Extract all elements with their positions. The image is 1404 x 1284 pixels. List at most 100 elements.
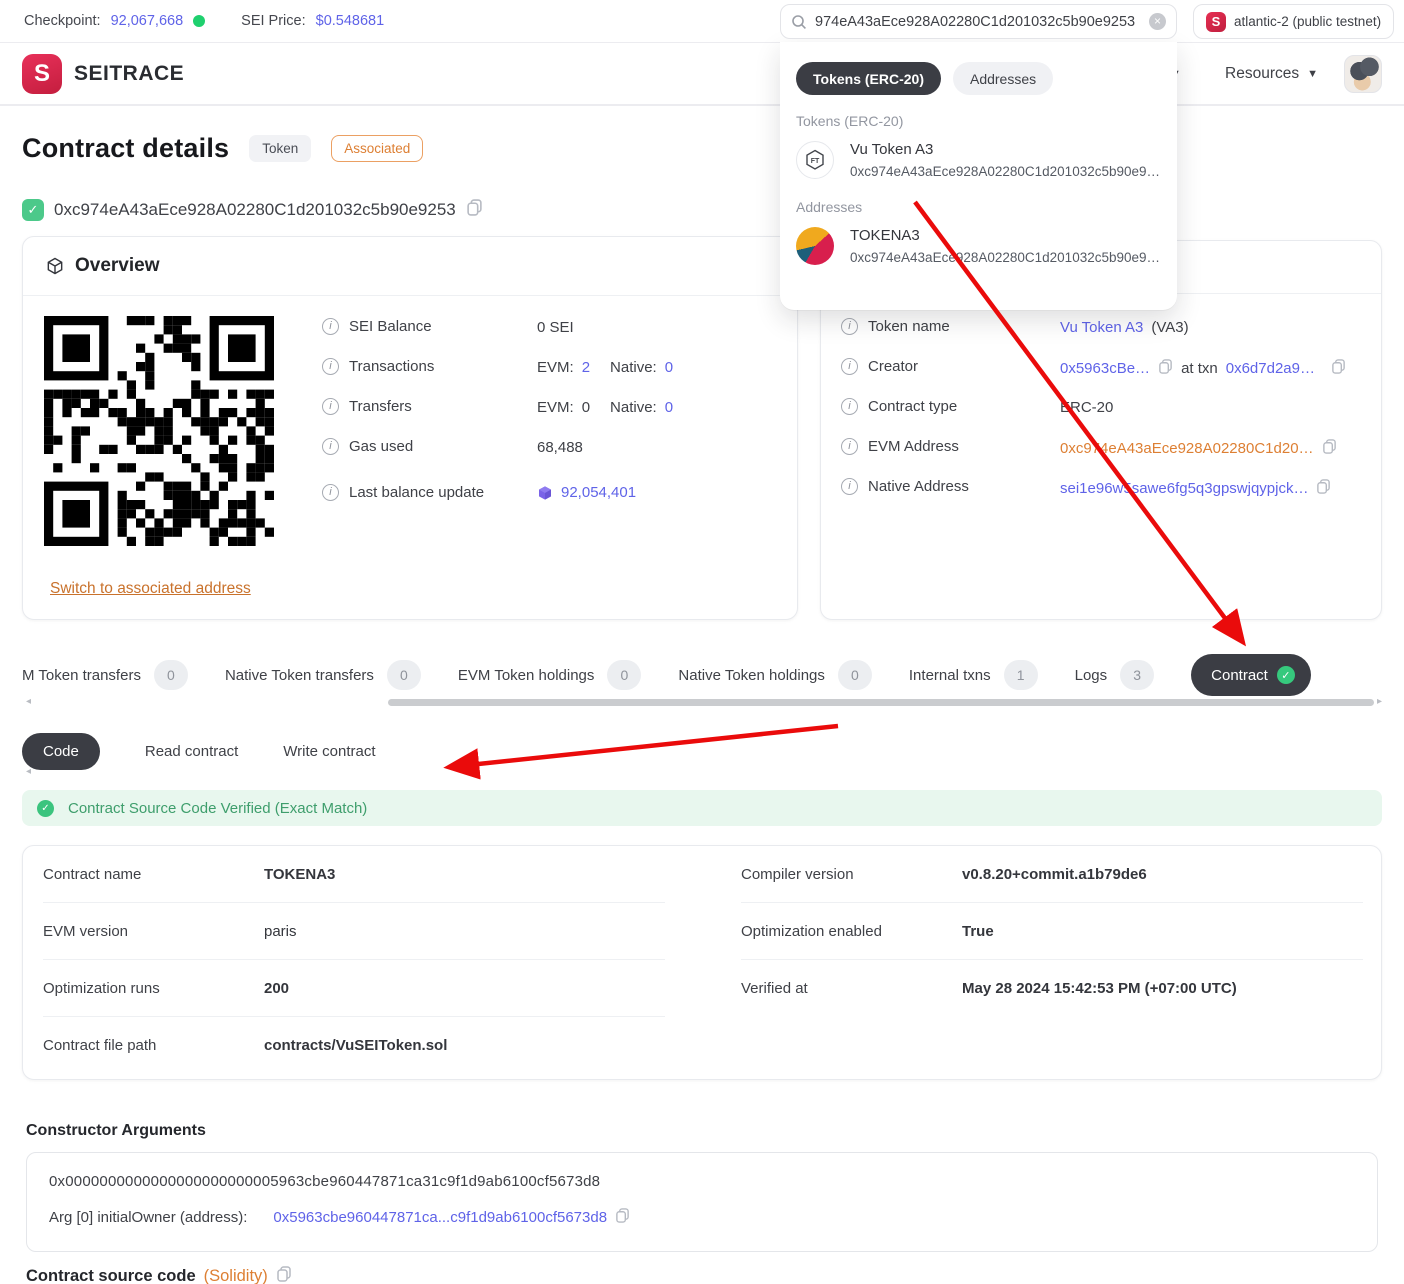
address-pie-avatar [796, 227, 834, 265]
copy-icon[interactable] [1322, 439, 1337, 458]
copy-icon[interactable] [466, 199, 483, 221]
subtab-write-contract[interactable]: Write contract [283, 743, 375, 760]
subtab-bar: Code Read contract Write contract [22, 733, 376, 770]
source-language-label: (Solidity) [203, 1267, 268, 1284]
transactions-evm-count[interactable]: 2 [582, 359, 590, 376]
svg-text:FT: FT [811, 158, 820, 165]
tab-label: Logs [1074, 666, 1108, 684]
evm-address-link[interactable]: 0xc974eA43aEce928A02280C1d20… [1060, 440, 1314, 457]
ft-token-icon: FT [796, 141, 834, 179]
qr-code [44, 316, 274, 546]
copy-icon[interactable] [1331, 359, 1346, 378]
status-dot [193, 15, 206, 27]
sei-balance-label: SEI Balance [349, 318, 432, 335]
constructor-arg-label: Arg [0] initialOwner (address): [49, 1209, 248, 1226]
evm-version-label: EVM version [43, 922, 129, 940]
tabs-scrollbar[interactable] [388, 699, 1374, 706]
constructor-arguments-heading: Constructor Arguments [26, 1122, 206, 1139]
info-icon: i [322, 358, 339, 375]
tab-native-token-holdings[interactable]: Native Token holdings 0 [678, 660, 872, 690]
brand-logo[interactable]: S SEITRACE [22, 53, 184, 94]
sei-price-value[interactable]: $0.548681 [316, 13, 385, 29]
info-icon: i [322, 398, 339, 415]
creator-address-link[interactable]: 0x5963cBe… [1060, 360, 1150, 377]
search-input[interactable] [815, 13, 1141, 30]
clear-search-icon[interactable]: × [1149, 13, 1166, 30]
compiler-version-value: v0.8.20+commit.a1b79de6 [962, 865, 1147, 883]
scroll-left-icon[interactable]: ◂ [26, 696, 31, 707]
transfers-label: Transfers [349, 398, 412, 415]
tab-contract-active[interactable]: Contract ✓ [1191, 654, 1311, 696]
constructor-arg-address-link[interactable]: 0x5963cbe960447871ca...c9f1d9ab6100cf567… [273, 1209, 607, 1226]
contract-name-value: TOKENA3 [264, 865, 336, 883]
info-icon: i [841, 358, 858, 375]
info-icon: i [322, 438, 339, 455]
info-icon: i [841, 478, 858, 495]
copy-icon[interactable] [615, 1208, 630, 1227]
scroll-right-icon[interactable]: ▸ [1377, 696, 1382, 707]
tab-internal-txns[interactable]: Internal txns 1 [909, 660, 1038, 690]
tab-token-transfers[interactable]: M Token transfers 0 [22, 660, 188, 690]
network-selector[interactable]: S atlantic-2 (public testnet) [1193, 4, 1395, 39]
search-result-address[interactable]: TOKENA3 0xc974eA43aEce928A02280C1d201032… [796, 225, 1161, 267]
subtab-read-contract[interactable]: Read contract [145, 743, 238, 760]
tab-logs[interactable]: Logs 3 [1075, 660, 1155, 690]
seitrace-logo-icon: S [22, 53, 62, 94]
check-icon: ✓ [1276, 666, 1295, 684]
subtab-code-active[interactable]: Code [22, 733, 100, 770]
evm-label: EVM: [537, 399, 574, 416]
checkpoint-value[interactable]: 92,067,668 [111, 13, 184, 29]
info-row: EVM version paris [43, 903, 665, 960]
tab-native-token-transfers[interactable]: Native Token transfers 0 [225, 660, 421, 690]
switch-associated-address-link[interactable]: Switch to associated address [50, 580, 251, 598]
evm-label: EVM: [537, 359, 574, 376]
evm-version-value: paris [264, 922, 297, 940]
check-icon: ✓ [37, 799, 54, 817]
search-result-token[interactable]: FT Vu Token A3 0xc974eA43aEce928A02280C1… [796, 139, 1161, 181]
transfers-native-count[interactable]: 0 [665, 399, 673, 416]
info-icon: i [841, 398, 858, 415]
creator-label: Creator [868, 358, 919, 375]
filter-tokens-erc20[interactable]: Tokens (ERC-20) [796, 62, 941, 95]
filter-addresses[interactable]: Addresses [952, 62, 1054, 95]
optimization-runs-value: 200 [264, 979, 290, 997]
creator-txn-link[interactable]: 0x6d7d2a9… [1226, 360, 1315, 377]
contract-source-code-label: Contract source code [26, 1267, 196, 1284]
copy-icon[interactable] [1316, 479, 1331, 498]
contract-info-card: Contract name TOKENA3 EVM version paris … [22, 845, 1382, 1080]
info-icon: i [322, 484, 339, 501]
nav-resources[interactable]: Resources ▼ [1225, 65, 1318, 83]
search-icon [792, 14, 806, 29]
tab-bar: M Token transfers 0 Native Token transfe… [22, 652, 1382, 698]
native-address-link[interactable]: sei1e96w5sawe6fg5q3gpswjqypjck… [1060, 480, 1308, 497]
verified-at-value: May 28 2024 15:42:53 PM (+07:00 UTC) [962, 980, 1237, 997]
token-name-link[interactable]: Vu Token A3 [1060, 319, 1143, 336]
tab-count: 0 [837, 660, 872, 690]
copy-icon[interactable] [1158, 359, 1173, 378]
info-row: Optimization runs 200 [43, 960, 665, 1017]
info-row: Contract name TOKENA3 [43, 846, 665, 903]
constructor-arguments-box: 0x0000000000000000000000005963cbe9604478… [26, 1152, 1378, 1252]
addresses-section-label: Addresses [796, 199, 863, 215]
copy-icon[interactable] [276, 1266, 292, 1284]
result-token-address: 0xc974eA43aEce928A02280C1d201032c5b90e9… [850, 164, 1161, 179]
contract-file-path-label: Contract file path [43, 1037, 157, 1054]
tab-label: Native Token transfers [224, 666, 374, 684]
verified-at-label: Verified at [741, 980, 808, 997]
tab-label: Contract [1211, 666, 1268, 684]
user-avatar[interactable] [1344, 54, 1382, 93]
transactions-native-count[interactable]: 0 [665, 359, 673, 376]
tab-evm-token-holdings[interactable]: EVM Token holdings 0 [458, 660, 642, 690]
search-bar[interactable]: × [780, 4, 1177, 39]
checkpoint-label: Checkpoint: [24, 13, 101, 29]
at-txn-label: at txn [1181, 360, 1218, 377]
sei-price-label: SEI Price: [241, 13, 306, 29]
result-address-name: TOKENA3 [850, 227, 920, 244]
info-icon: i [841, 318, 858, 335]
annotation-arrow-code-tabs [443, 723, 839, 780]
info-row: Verified at May 28 2024 15:42:53 PM (+07… [741, 960, 1363, 1017]
tab-count: 1 [1003, 660, 1038, 690]
info-row: Compiler version v0.8.20+commit.a1b79de6 [741, 846, 1363, 903]
token-name-label: Token name [868, 318, 950, 335]
last-balance-update-value[interactable]: 92,054,401 [561, 484, 636, 501]
